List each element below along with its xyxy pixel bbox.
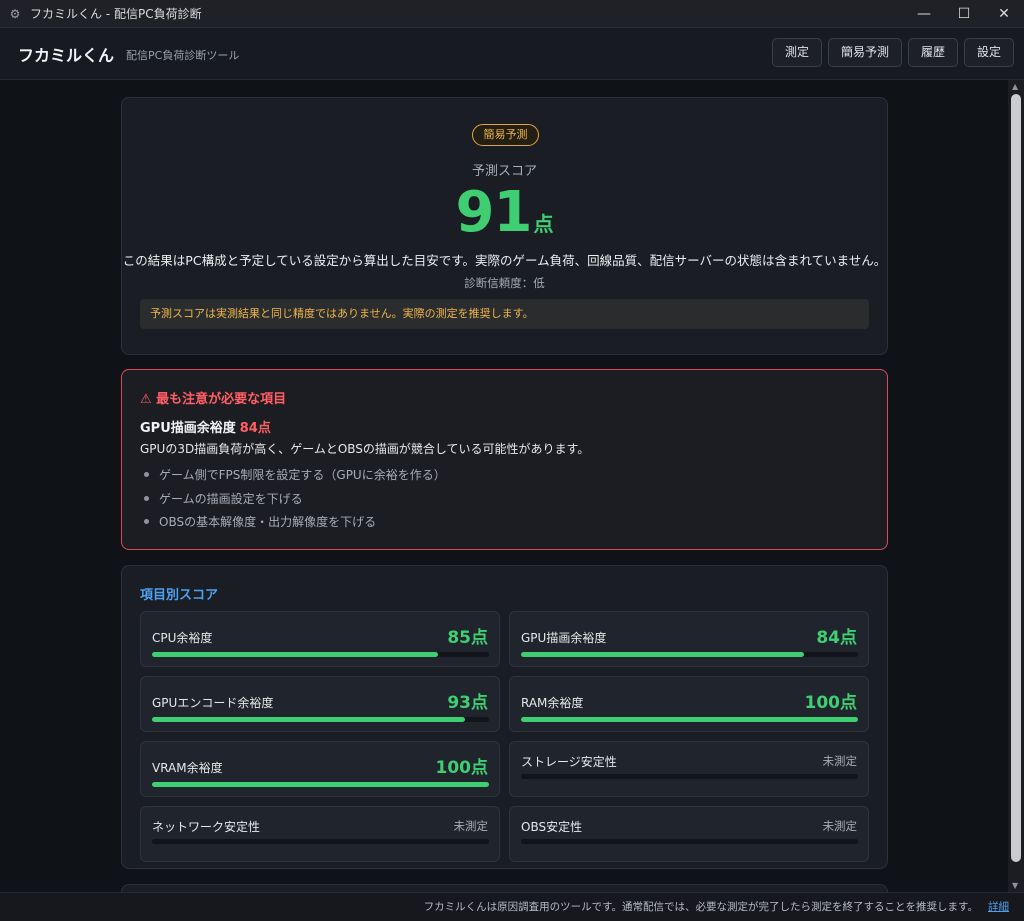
metric-gpu-render: GPU描画余裕度 84点	[509, 611, 869, 667]
progress-track	[152, 839, 489, 844]
nav-history-button[interactable]: 履歴	[907, 38, 958, 67]
score-display: 91 点	[122, 180, 887, 245]
footer-text: フカミルくんは原因調査用のツールです。通常配信では、必要な測定が完了したら測定を…	[423, 901, 978, 913]
gear-icon: ⚙	[9, 6, 21, 21]
progress-track	[521, 717, 858, 722]
metric-value: 100点	[804, 693, 858, 713]
score-value: 91	[455, 180, 533, 245]
bullet-icon	[144, 472, 149, 477]
scrollbar[interactable]: ▲ ▼	[1008, 80, 1024, 892]
maximize-button[interactable]: ☐	[944, 0, 984, 28]
progress-fill	[521, 652, 805, 657]
brand-subtitle: 配信PC負荷診断ツール	[126, 49, 240, 62]
mode-badge: 簡易予測	[472, 124, 539, 146]
window-title: フカミルくん - 配信PC負荷診断	[30, 7, 202, 21]
metric-value: 100点	[435, 758, 489, 778]
metric-value: 未測定	[822, 819, 858, 833]
footer: フカミルくんは原因調査用のツールです。通常配信では、必要な測定が完了したら測定を…	[0, 892, 1024, 921]
progress-fill	[152, 652, 439, 657]
suggestion-text: ゲームの描画設定を下げる	[159, 491, 303, 506]
alert-item: GPU描画余裕度 84点	[140, 417, 271, 436]
metric-value: 93点	[447, 693, 488, 713]
metric-name: VRAM余裕度	[152, 761, 223, 775]
metric-value: 84点	[816, 628, 857, 648]
metric-name: GPU描画余裕度	[521, 631, 607, 645]
main-nav: 測定 簡易予測 履歴 設定	[771, 38, 1014, 67]
progress-track	[152, 717, 489, 722]
progress-fill	[521, 717, 858, 722]
metric-gpu-encode: GPUエンコード余裕度 93点	[140, 676, 500, 732]
minimize-button[interactable]: —	[904, 0, 944, 28]
list-item: ゲームの描画設定を下げる	[144, 488, 446, 512]
nav-settings-button[interactable]: 設定	[963, 38, 1014, 67]
progress-track	[521, 839, 858, 844]
score-card: 簡易予測 予測スコア 91 点 この結果はPC構成と予定している設定から算出した目…	[121, 97, 888, 355]
metrics-card: 項目別スコア CPU余裕度 85点 GPU描画余裕度 84点 GPUエンコード余裕度 93…	[121, 565, 888, 869]
progress-track	[152, 782, 489, 787]
close-icon: ✕	[998, 6, 1010, 22]
suggestion-text: OBSの基本解像度・出力解像度を下げる	[159, 515, 377, 529]
metric-vram: VRAM余裕度 100点	[140, 741, 500, 797]
score-unit: 点	[533, 212, 554, 236]
minimize-icon: —	[917, 6, 931, 22]
bullet-icon	[144, 495, 149, 501]
suggestion-list: ゲーム側でFPS制限を設定する（GPUに余裕を作る） ゲームの描画設定を下げる …	[144, 464, 446, 535]
metrics-title: 項目別スコア	[140, 588, 219, 603]
window-titlebar: ⚙ フカミルくん - 配信PC負荷診断 — ☐ ✕	[0, 0, 1024, 28]
list-item: ゲーム側でFPS制限を設定する（GPUに余裕を作る）	[144, 464, 446, 488]
brand-title: フカミルくん	[18, 45, 115, 65]
suggestion-text: ゲーム側でFPS制限を設定する（GPUに余裕を作る）	[159, 468, 446, 482]
metric-name: CPU余裕度	[152, 631, 213, 645]
nav-measure-button[interactable]: 測定	[771, 38, 822, 67]
metric-storage: ストレージ安定性 未測定	[509, 741, 869, 797]
metric-network: ネットワーク安定性 未測定	[140, 806, 500, 862]
scrollbar-thumb[interactable]	[1011, 94, 1021, 862]
alert-item-points: 84点	[239, 421, 271, 436]
progress-fill	[152, 717, 466, 722]
alert-title: ⚠ 最も注意が必要な項目	[140, 392, 287, 407]
progress-track	[521, 652, 858, 657]
score-warning: 予測スコアは実測結果と同じ精度ではありません。実際の測定を推奨します。	[140, 299, 869, 329]
metric-obs: OBS安定性 未測定	[509, 806, 869, 862]
next-card	[121, 884, 888, 892]
metric-name: OBS安定性	[521, 820, 583, 834]
metric-name: RAM余裕度	[521, 696, 584, 710]
metric-value: 未測定	[822, 754, 858, 768]
metric-name: GPUエンコード余裕度	[152, 696, 274, 710]
app-header: フカミルくん 配信PC負荷診断ツール 測定 簡易予測 履歴 設定	[0, 28, 1024, 80]
metric-value: 未測定	[453, 819, 489, 833]
metric-value: 85点	[447, 628, 488, 648]
bullet-icon	[144, 519, 149, 524]
progress-fill	[152, 782, 489, 787]
alert-card: ⚠ 最も注意が必要な項目 GPU描画余裕度 84点 GPUの3D描画負荷が高く、ゲ…	[121, 369, 888, 550]
scroll-up-icon[interactable]: ▲	[1012, 82, 1018, 91]
metric-name: ネットワーク安定性	[152, 820, 261, 834]
score-reliability: 診断信頼度：低	[464, 276, 545, 290]
scroll-down-icon[interactable]: ▼	[1012, 881, 1018, 890]
alert-description: GPUの3D描画負荷が高く、ゲームとOBSの描画が競合している可能性があります。	[140, 442, 590, 456]
metric-ram: RAM余裕度 100点	[509, 676, 869, 732]
nav-quick-predict-button[interactable]: 簡易予測	[827, 38, 902, 67]
score-description: この結果はPC構成と予定している設定から算出した目安です。実際のゲーム負荷、回線…	[122, 253, 887, 268]
list-item: OBSの基本解像度・出力解像度を下げる	[144, 511, 446, 535]
progress-track	[521, 774, 858, 779]
metric-cpu: CPU余裕度 85点	[140, 611, 500, 667]
close-button[interactable]: ✕	[984, 0, 1024, 28]
main-content[interactable]: 簡易予測 予測スコア 91 点 この結果はPC構成と予定している設定から算出した目…	[0, 80, 1008, 892]
window-controls: — ☐ ✕	[904, 0, 1024, 28]
alert-item-name: GPU描画余裕度	[140, 421, 236, 436]
maximize-icon: ☐	[957, 6, 971, 22]
details-link[interactable]: 詳細	[988, 901, 1009, 913]
metric-name: ストレージ安定性	[521, 755, 617, 769]
progress-track	[152, 652, 489, 657]
score-label: 予測スコア	[471, 164, 537, 179]
